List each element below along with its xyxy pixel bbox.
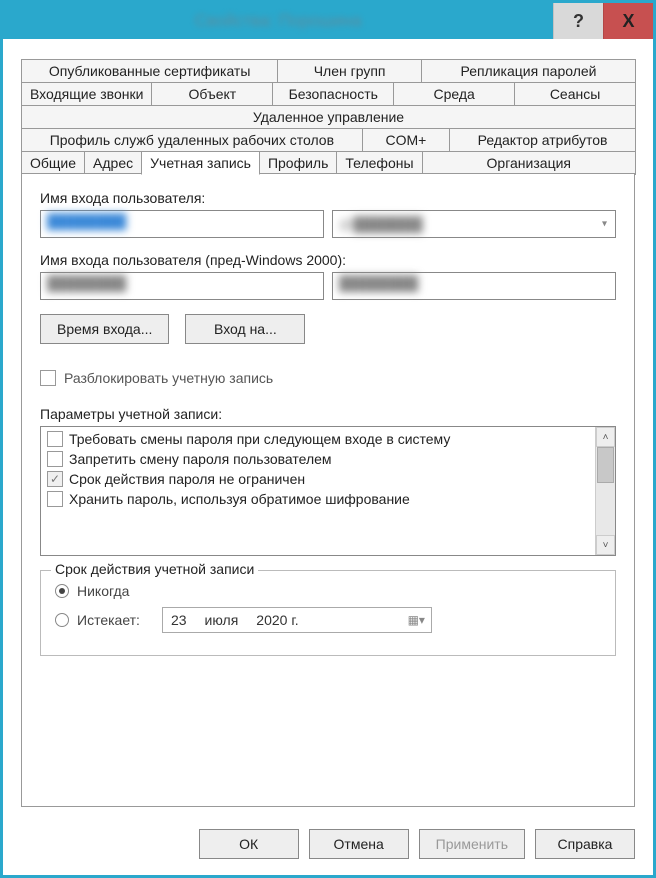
account-expiry-group: Срок действия учетной записи Никогда Ист… [40,570,616,656]
scroll-thumb[interactable] [597,447,614,483]
scroll-down-icon[interactable]: ˅ [596,535,615,555]
dialog-footer: ОК Отмена Применить Справка [3,817,653,875]
tab-environment[interactable]: Среда [393,82,515,106]
tab-profile[interactable]: Профиль [259,151,337,175]
unlock-account-checkbox[interactable] [40,370,56,386]
tab-general[interactable]: Общие [21,151,85,175]
apply-button[interactable]: Применить [419,829,525,859]
expiry-group-label: Срок действия учетной записи [51,561,258,577]
tab-telephones[interactable]: Телефоны [336,151,422,175]
tab-security[interactable]: Безопасность [272,82,394,106]
cancel-button[interactable]: Отмена [309,829,409,859]
opt-cannot-change-pwd-checkbox[interactable] [47,451,63,467]
list-item[interactable]: Хранить пароль, используя обратимое шифр… [47,491,589,507]
account-tab-panel: Имя входа пользователя: ████████ @██████… [21,173,635,807]
calendar-icon: ▦▾ [408,613,425,627]
unlock-account-label: Разблокировать учетную запись [64,370,273,386]
tab-member-of[interactable]: Член групп [277,59,422,83]
opt-reversible-encryption-checkbox[interactable] [47,491,63,507]
titlebar[interactable]: Свойства: Порошина ? X [3,3,653,39]
account-options-list: Требовать смены пароля при следующем вхо… [40,426,616,556]
window-title: Свойства: Порошина [3,3,553,39]
tab-address[interactable]: Адрес [84,151,142,175]
options-scrollbar[interactable]: ˄ ˅ [595,427,615,555]
tab-organization[interactable]: Организация [422,151,636,175]
close-icon[interactable]: X [603,3,653,39]
expiry-never-radio[interactable] [55,584,69,598]
list-item[interactable]: Запретить смену пароля пользователем [47,451,589,467]
account-options-label: Параметры учетной записи: [40,406,616,422]
upn-suffix-combo[interactable]: @███████ ▾ [332,210,616,238]
logon-hours-button[interactable]: Время входа... [40,314,169,344]
list-item[interactable]: ✓ Срок действия пароля не ограничен [47,471,589,487]
prew2k-label: Имя входа пользователя (пред-Windows 200… [40,252,616,268]
list-item[interactable]: Требовать смены пароля при следующем вхо… [47,431,589,447]
expiry-never-label: Никогда [77,583,129,599]
scroll-up-icon[interactable]: ˄ [596,427,615,447]
logon-to-button[interactable]: Вход на... [185,314,305,344]
help-icon[interactable]: ? [553,3,603,39]
tab-rds-profile[interactable]: Профиль служб удаленных рабочих столов [21,128,363,152]
expiry-date-picker[interactable]: 23 июля 2020 г. ▦▾ [162,607,432,633]
prew2k-domain-input[interactable]: ████████ [40,272,324,300]
chevron-down-icon: ▾ [602,219,607,230]
tab-published-certs[interactable]: Опубликованные сертификаты [21,59,278,83]
tab-remote-control[interactable]: Удаленное управление [21,105,636,129]
tab-complus[interactable]: COM+ [362,128,450,152]
help-button[interactable]: Справка [535,829,635,859]
opt-must-change-pwd-checkbox[interactable] [47,431,63,447]
properties-dialog: Свойства: Порошина ? X Опубликованные се… [0,0,656,878]
tab-password-replication[interactable]: Репликация паролей [421,59,636,83]
titlebar-buttons: ? X [553,3,653,39]
content-area: Опубликованные сертификаты Член групп Ре… [3,39,653,817]
expiry-date-radio[interactable] [55,613,69,627]
tab-account[interactable]: Учетная запись [141,151,260,175]
prew2k-user-input[interactable]: ████████ [332,272,616,300]
tab-object[interactable]: Объект [151,82,273,106]
opt-pwd-never-expires-checkbox[interactable]: ✓ [47,471,63,487]
tab-dialin[interactable]: Входящие звонки [21,82,152,106]
logon-name-label: Имя входа пользователя: [40,190,616,206]
logon-name-input[interactable]: ████████ [40,210,324,238]
tab-attribute-editor[interactable]: Редактор атрибутов [449,128,636,152]
ok-button[interactable]: ОК [199,829,299,859]
expiry-date-label: Истекает: [77,612,140,628]
tab-rows: Опубликованные сертификаты Член групп Ре… [21,59,635,174]
tab-sessions[interactable]: Сеансы [514,82,636,106]
